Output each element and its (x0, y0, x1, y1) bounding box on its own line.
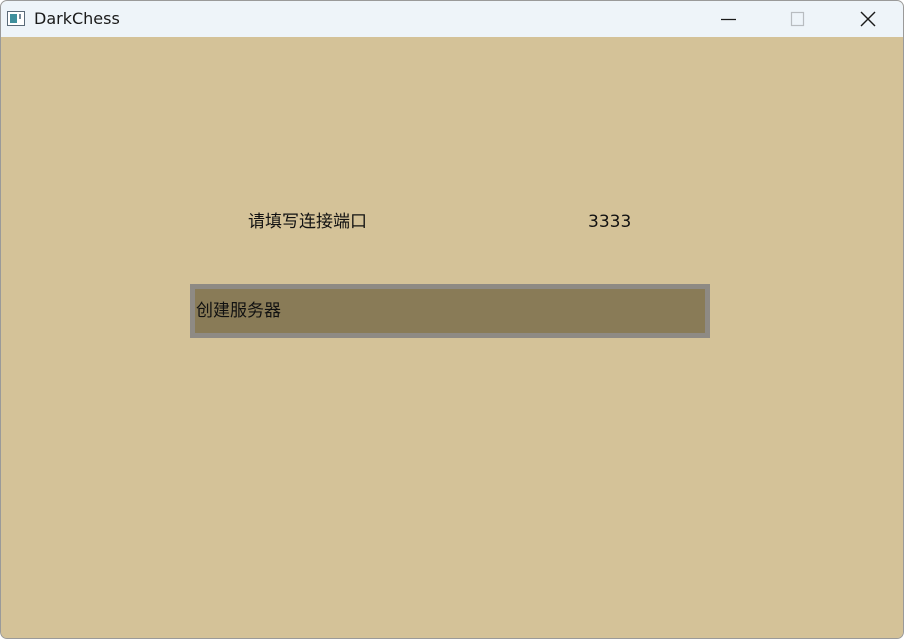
app-window: DarkChess 请填写连接端口 3333 创建服务器 (0, 0, 904, 639)
app-window-icon (7, 11, 25, 26)
title-bar[interactable]: DarkChess (1, 1, 903, 37)
close-icon (860, 11, 876, 27)
window-title: DarkChess (34, 9, 120, 28)
minimize-button[interactable] (693, 1, 763, 37)
maximize-button[interactable] (763, 1, 833, 37)
client-area: 请填写连接端口 3333 创建服务器 (1, 37, 903, 638)
minimize-icon (721, 18, 736, 21)
maximize-icon (790, 11, 805, 27)
create-server-label: 创建服务器 (196, 301, 281, 321)
close-button[interactable] (833, 1, 903, 37)
port-label: 请填写连接端口 (248, 212, 367, 232)
create-server-button[interactable]: 创建服务器 (190, 284, 710, 338)
port-input[interactable]: 3333 (588, 211, 631, 233)
